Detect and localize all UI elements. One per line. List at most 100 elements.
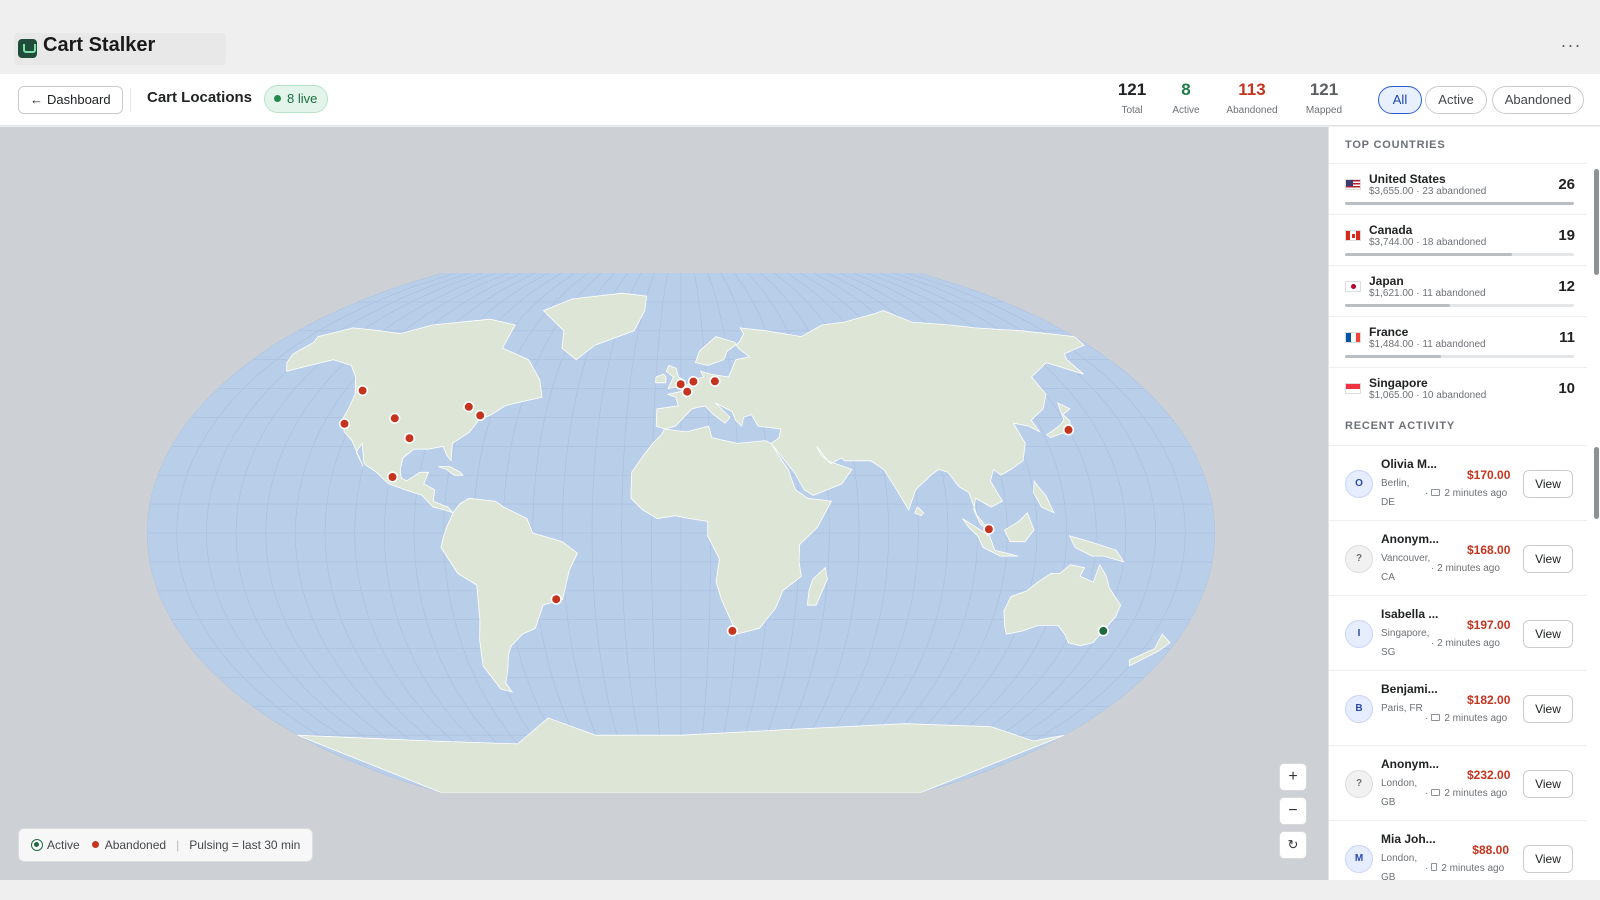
stat-abandoned-value: 113 bbox=[1238, 80, 1266, 99]
desktop-icon bbox=[1431, 714, 1441, 721]
activity-meta: · 2 minutes ago bbox=[1425, 713, 1508, 724]
stat-total: 121 Total bbox=[1114, 80, 1150, 116]
avatar: I bbox=[1345, 620, 1373, 648]
app-logo-icon bbox=[18, 39, 37, 58]
country-summary: $1,065.00 · 10 abandoned bbox=[1369, 390, 1487, 401]
avatar: M bbox=[1345, 845, 1373, 873]
shopper-location: Paris, FR bbox=[1381, 703, 1423, 714]
avatar: ? bbox=[1345, 545, 1373, 573]
legend-pulsing-label: Pulsing = last 30 min bbox=[189, 838, 301, 852]
activity-item[interactable]: M Mia Joh... London, GB · 2 minutes ago $… bbox=[1329, 820, 1587, 880]
shopper-location: London, GB bbox=[1381, 853, 1418, 880]
countries-scrollbar[interactable] bbox=[1594, 169, 1599, 275]
activity-time: 2 minutes ago bbox=[1444, 788, 1508, 799]
view-cart-button[interactable]: View bbox=[1523, 695, 1573, 723]
abandoned-cart-marker[interactable] bbox=[389, 412, 401, 424]
app-title: Cart Stalker bbox=[43, 34, 156, 56]
activity-item[interactable]: ? Anonym... London, GB · 2 minutes ago $2… bbox=[1329, 745, 1587, 820]
shopper-name: Benjami... bbox=[1381, 682, 1438, 696]
country-row[interactable]: France $1,484.00 · 11 abandoned 11 bbox=[1329, 316, 1587, 367]
shopper-name: Anonym... bbox=[1381, 757, 1440, 771]
map-sidebar[interactable]: TOP COUNTRIES United States $3,655.00 · … bbox=[1328, 127, 1600, 880]
country-share-fill bbox=[1345, 202, 1574, 205]
desktop-icon bbox=[1431, 789, 1441, 796]
country-row[interactable]: Canada $3,744.00 · 18 abandoned 19 bbox=[1329, 214, 1587, 265]
country-share-bar bbox=[1345, 202, 1574, 205]
stat-active-value: 8 bbox=[1181, 80, 1191, 99]
back-to-dashboard-button[interactable]: ← Dashboard bbox=[18, 86, 123, 114]
filter-abandoned-button[interactable]: Abandoned bbox=[1492, 86, 1584, 114]
abandoned-cart-marker[interactable] bbox=[709, 375, 721, 387]
country-count: 10 bbox=[1558, 380, 1575, 397]
activity-time: 2 minutes ago bbox=[1437, 638, 1500, 649]
abandoned-cart-marker[interactable] bbox=[403, 432, 416, 444]
activity-time: 2 minutes ago bbox=[1437, 563, 1500, 574]
legend-separator: | bbox=[176, 838, 180, 852]
activity-meta: · 2 minutes ago bbox=[1425, 863, 1505, 874]
activity-scrollbar[interactable] bbox=[1594, 447, 1599, 519]
shopper-name: Isabella ... bbox=[1381, 607, 1439, 621]
stat-abandoned-label: Abandoned bbox=[1226, 105, 1278, 116]
abandoned-legend-icon bbox=[91, 841, 99, 848]
cart-amount: $168.00 bbox=[1467, 543, 1511, 557]
world-map[interactable]: Active Abandoned | Pulsing = last 30 min + … bbox=[0, 127, 1328, 880]
activity-time: 2 minutes ago bbox=[1444, 488, 1508, 499]
view-cart-button[interactable]: View bbox=[1523, 770, 1573, 798]
active-cart-marker[interactable] bbox=[1097, 625, 1109, 637]
shopper-location: Berlin, DE bbox=[1381, 478, 1410, 508]
reset-view-button[interactable]: ↻ bbox=[1279, 831, 1307, 859]
activity-item[interactable]: B Benjami... Paris, FR · 2 minutes ago $1… bbox=[1329, 670, 1587, 745]
map-legend: Active Abandoned | Pulsing = last 30 min bbox=[18, 828, 314, 862]
abandoned-cart-marker[interactable] bbox=[463, 401, 475, 413]
abandoned-cart-marker[interactable] bbox=[726, 625, 739, 637]
abandoned-cart-marker[interactable] bbox=[386, 471, 399, 483]
avatar: O bbox=[1345, 470, 1373, 498]
abandoned-cart-marker[interactable] bbox=[1062, 424, 1075, 436]
country-row[interactable]: Japan $1,621.00 · 11 abandoned 12 bbox=[1329, 265, 1587, 316]
phone-icon bbox=[1431, 863, 1438, 871]
activity-item[interactable]: I Isabella ... Singapore, SG · 2 minutes… bbox=[1329, 595, 1587, 670]
avatar: B bbox=[1345, 695, 1373, 723]
country-count: 26 bbox=[1558, 176, 1575, 193]
abandoned-cart-marker[interactable] bbox=[687, 376, 700, 388]
map-toolbar: ← Dashboard Cart Locations 8 live 121 Tot… bbox=[0, 74, 1600, 126]
page-title: Cart Locations bbox=[147, 89, 253, 106]
stat-mapped: 121 Mapped bbox=[1302, 80, 1346, 116]
abandoned-cart-marker[interactable] bbox=[550, 593, 562, 605]
live-count-badge: 8 live bbox=[264, 85, 329, 113]
activity-item[interactable]: ? Anonym... Vancouver, CA · 2 minutes ag… bbox=[1329, 520, 1587, 595]
country-name: Singapore bbox=[1369, 376, 1428, 390]
country-summary: $3,655.00 · 23 abandoned bbox=[1369, 186, 1487, 197]
view-cart-button[interactable]: View bbox=[1523, 620, 1573, 648]
world-map-canvas[interactable] bbox=[0, 127, 1328, 880]
abandoned-cart-marker[interactable] bbox=[357, 385, 369, 397]
cart-amount: $182.00 bbox=[1467, 693, 1511, 707]
filter-active-button[interactable]: Active bbox=[1425, 86, 1487, 114]
shopper-name: Anonym... bbox=[1381, 532, 1440, 546]
abandoned-cart-marker[interactable] bbox=[681, 386, 693, 398]
abandoned-cart-marker[interactable] bbox=[983, 523, 995, 535]
zoom-in-button[interactable]: + bbox=[1279, 763, 1307, 791]
abandoned-cart-marker[interactable] bbox=[474, 409, 486, 422]
arrow-left-icon: ← bbox=[30, 92, 43, 107]
country-row[interactable]: United States $3,655.00 · 23 abandoned 2… bbox=[1329, 163, 1587, 214]
view-cart-button[interactable]: View bbox=[1523, 845, 1573, 873]
country-row[interactable]: Singapore $1,065.00 · 10 abandoned 10 bbox=[1329, 367, 1587, 407]
filter-all-button[interactable]: All bbox=[1378, 86, 1422, 114]
country-count: 19 bbox=[1558, 227, 1575, 244]
activity-time: 2 minutes ago bbox=[1444, 713, 1508, 724]
shopper-location: Singapore, SG bbox=[1381, 628, 1430, 658]
activity-meta: · 2 minutes ago bbox=[1425, 788, 1508, 799]
view-cart-button[interactable]: View bbox=[1523, 545, 1573, 573]
stat-total-value: 121 bbox=[1117, 80, 1147, 99]
more-options-button[interactable]: ··· bbox=[1556, 36, 1586, 60]
shopper-location: Vancouver, CA bbox=[1381, 553, 1431, 583]
country-name: Japan bbox=[1369, 274, 1404, 288]
abandoned-cart-marker[interactable] bbox=[338, 418, 351, 430]
stat-active-label: Active bbox=[1172, 105, 1200, 116]
view-cart-button[interactable]: View bbox=[1523, 470, 1573, 498]
activity-item[interactable]: O Olivia M... Berlin, DE · 2 minutes ago … bbox=[1329, 445, 1587, 520]
avatar: ? bbox=[1345, 770, 1373, 798]
app-titlebar: Cart Stalker ··· bbox=[0, 0, 1600, 74]
zoom-out-button[interactable]: − bbox=[1279, 797, 1307, 825]
